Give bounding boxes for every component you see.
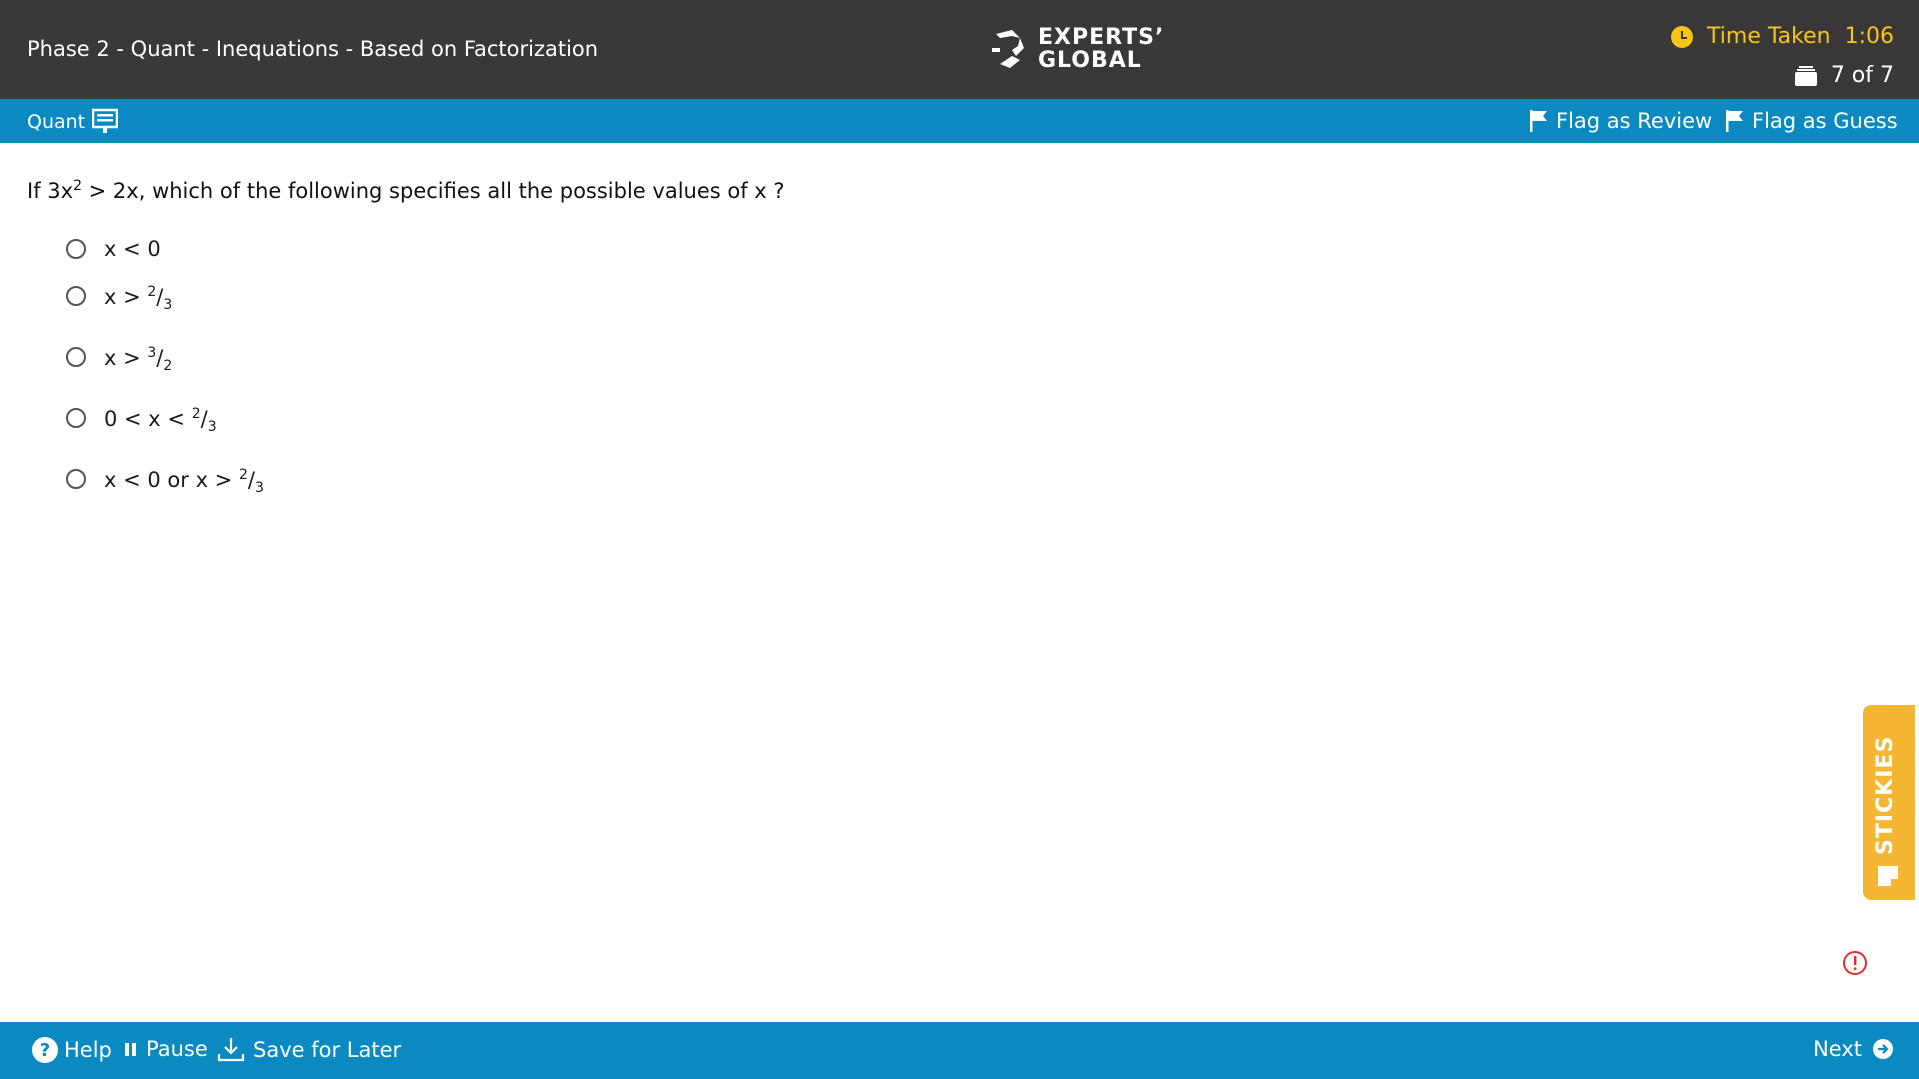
download-icon <box>217 1038 245 1062</box>
option-label: x > 3/2 <box>104 345 173 375</box>
question-stack-icon <box>1794 65 1817 86</box>
pause-button[interactable]: Pause <box>124 1037 208 1061</box>
option-label: 0 < x < 2/3 <box>104 406 217 436</box>
radio-button[interactable] <box>66 469 86 489</box>
logo-mark-icon <box>992 30 1024 68</box>
logo-line-1: EXPERTS’ <box>1038 25 1165 50</box>
pause-label: Pause <box>146 1037 208 1061</box>
clock-icon <box>1671 25 1694 48</box>
answer-option-3[interactable]: x > 3/2 <box>66 345 172 374</box>
stickies-label: STICKIES <box>1873 735 1898 855</box>
section-name: Quant <box>27 111 86 133</box>
option-label: x > 2/3 <box>104 284 173 314</box>
help-label: Help <box>64 1038 112 1062</box>
pause-icon <box>125 1043 136 1056</box>
save-for-later-label: Save for Later <box>253 1038 402 1062</box>
time-taken-value: 1:06 <box>1844 24 1894 49</box>
sticky-note-icon <box>1878 866 1898 886</box>
bottom-toolbar: ? Help Pause Save for Later Next <box>0 1022 1919 1079</box>
question-text: If 3x2 > 2x, which of the following spec… <box>27 178 785 203</box>
question-counter-text: 7 of 7 <box>1830 63 1894 88</box>
next-button[interactable]: Next <box>1813 1037 1894 1061</box>
answer-option-5[interactable]: x < 0 or x > 2/3 <box>66 467 264 496</box>
answer-option-1[interactable]: x < 0 <box>66 237 161 261</box>
flag-as-guess-button[interactable]: Flag as Guess <box>1726 109 1898 133</box>
answer-option-2[interactable]: x > 2/3 <box>66 284 172 313</box>
experts-global-logo: EXPERTS’ GLOBAL <box>990 26 1164 72</box>
radio-button[interactable] <box>66 286 86 306</box>
calculator-icon[interactable] <box>92 108 118 134</box>
help-icon: ? <box>32 1037 58 1063</box>
radio-button[interactable] <box>66 347 86 367</box>
radio-button[interactable] <box>66 408 86 428</box>
option-label: x < 0 or x > 2/3 <box>104 467 264 497</box>
stickies-tab[interactable]: STICKIES <box>1863 705 1915 900</box>
answer-option-4[interactable]: 0 < x < 2/3 <box>66 406 217 435</box>
flag-as-review-button[interactable]: Flag as Review <box>1530 109 1712 133</box>
logo-line-2: GLOBAL <box>1038 48 1142 73</box>
radio-button[interactable] <box>66 239 86 259</box>
question-counter: 7 of 7 <box>1794 63 1894 88</box>
flag-icon <box>1726 110 1743 132</box>
section-bar: Quant Flag as Review Flag as Guess <box>0 99 1919 143</box>
report-issue-icon[interactable] <box>1842 950 1868 976</box>
arrow-right-circle-icon <box>1873 1039 1893 1059</box>
flag-as-guess-label: Flag as Guess <box>1752 109 1898 133</box>
help-button[interactable]: ? Help <box>32 1037 112 1063</box>
time-taken: Time Taken 1:06 <box>1671 24 1894 49</box>
time-taken-label: Time Taken <box>1707 24 1831 49</box>
top-header: Phase 2 - Quant - Inequations - Based on… <box>0 0 1919 99</box>
next-label: Next <box>1813 1037 1862 1061</box>
page-title: Phase 2 - Quant - Inequations - Based on… <box>27 37 599 61</box>
save-for-later-button[interactable]: Save for Later <box>217 1037 401 1063</box>
option-label: x < 0 <box>104 237 161 261</box>
flag-icon <box>1530 110 1547 132</box>
flag-as-review-label: Flag as Review <box>1556 109 1713 133</box>
